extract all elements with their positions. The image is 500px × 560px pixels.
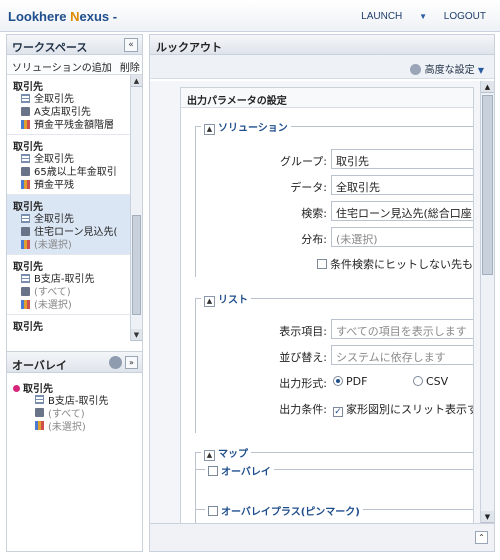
building-icon (21, 107, 30, 116)
bar-chart-icon (21, 300, 30, 309)
chevron-down-icon: ▼ (419, 12, 427, 21)
bottom-bar: ⌃ (150, 523, 494, 551)
overlay-header: オーバレイ » (7, 351, 142, 373)
params-title: 出力パラメータの設定 (181, 88, 473, 108)
collapse-toggle-icon[interactable]: ▲ (204, 450, 215, 461)
building-icon (35, 408, 44, 417)
building-icon (21, 167, 30, 176)
checkbox-icon[interactable] (208, 506, 218, 516)
top-links: LAUNCH ▼ LOGOUT (333, 11, 486, 22)
distribution-field[interactable]: (未選択) (331, 227, 473, 247)
list-section: ▲ リスト 表示項目: すべての項目を表示します 並び替え: システムに依存します 出… (195, 291, 473, 433)
workspace-header: ワークスペース « (7, 35, 142, 55)
overlay-option[interactable]: オーバレイ (205, 463, 274, 478)
top-bar: Lookhere Nexus - LAUNCH ▼ LOGOUT (0, 0, 500, 32)
format-csv-radio[interactable]: CSV (413, 375, 448, 388)
workspace-list: 取引先 全取引先 A支店取引先 預金平残金額階層 取引先 全取引先 65歳以上年… (7, 75, 142, 341)
checkbox-icon[interactable]: ✓ (333, 407, 343, 417)
lookout-title: ルックアウト (156, 41, 222, 54)
building-icon (21, 227, 30, 236)
list-item[interactable]: 取引先 (7, 315, 142, 341)
radio-icon[interactable] (413, 376, 423, 386)
bar-chart-icon (35, 421, 44, 430)
collapse-toggle-icon[interactable]: ▲ (204, 124, 215, 135)
scroll-thumb[interactable] (132, 215, 141, 315)
bar-chart-icon (21, 240, 30, 249)
workspace-title: ワークスペース (12, 41, 88, 54)
advanced-bar: 高度な設定 ▼ (150, 55, 494, 79)
no-hit-option[interactable]: 条件検索にヒットしない先も (317, 256, 473, 272)
expand-up-icon[interactable]: ⌃ (475, 531, 488, 544)
gear-icon[interactable] (109, 356, 122, 369)
pin-icon (13, 385, 20, 392)
output-condition-option[interactable]: ✓ 家形図別にスリット表示す (333, 401, 473, 417)
list-item[interactable]: 取引先 (13, 380, 136, 395)
overlay-list: 取引先 B支店-取引先 (すべて) (未選択) (7, 377, 142, 437)
bar-chart-icon (21, 120, 30, 129)
solution-section: ▲ ソリューション グループ: 取引先 データ: 全取引先 検索: 住宅ローン見込先(総… (195, 119, 473, 277)
lookout-header: ルックアウト (150, 35, 494, 55)
workspace-toolbar: ソリューションの追加 削除 (7, 55, 142, 75)
list-icon (21, 274, 30, 283)
format-pdf-radio[interactable]: PDF (333, 375, 367, 388)
gear-icon (409, 64, 421, 75)
params-scrollbar[interactable]: ▲ ▼ (480, 81, 494, 523)
checkbox-icon[interactable] (208, 466, 218, 476)
workspace-panel: ワークスペース « ソリューションの追加 削除 取引先 全取引先 A支店取引先 預… (6, 34, 143, 552)
bar-chart-icon (21, 180, 30, 189)
launch-menu[interactable]: LAUNCH ▼ (347, 11, 427, 22)
list-icon (21, 214, 30, 223)
list-item-selected[interactable]: 取引先 全取引先 住宅ローン見込先( (未選択) (7, 195, 142, 255)
overlay-title: オーバレイ (12, 359, 67, 372)
overlay-plus-option[interactable]: オーバレイプラス(ピンマーク) (205, 503, 363, 518)
params-scroll-area: 出力パラメータの設定 ▲ ソリューション グループ: 取引先 データ: 全取引先 検索… (150, 81, 494, 523)
advanced-settings-button[interactable]: 高度な設定 ▼ (409, 61, 484, 76)
scroll-down-icon[interactable]: ▼ (131, 329, 142, 341)
scroll-down-icon[interactable]: ▼ (481, 511, 494, 523)
collapse-icon[interactable]: « (124, 38, 138, 52)
app-title: Lookhere Nexus - (8, 9, 118, 24)
lookout-panel: ルックアウト 高度な設定 ▼ 出力パラメータの設定 ▲ ソリューション グループ:… (149, 34, 495, 552)
workspace-scrollbar[interactable]: ▲ ▼ (130, 75, 142, 341)
list-item[interactable]: 取引先 全取引先 A支店取引先 預金平残金額階層 (7, 75, 142, 135)
group-field[interactable]: 取引先 (331, 149, 473, 169)
chevron-down-icon: ▼ (477, 66, 484, 75)
sort-field[interactable]: システムに依存します (331, 345, 473, 365)
scroll-thumb[interactable] (482, 95, 493, 275)
radio-icon[interactable] (333, 376, 343, 386)
list-item[interactable]: 取引先 B支店-取引先 (すべて) (未選択) (7, 255, 142, 315)
add-solution-button[interactable]: ソリューションの追加 (12, 63, 112, 74)
map-section: ▲ マップ オーバレイ オーバレイプラス(ピンマーク) (195, 445, 473, 523)
expand-icon[interactable]: » (125, 356, 138, 369)
delete-button[interactable]: 削除 (120, 63, 140, 74)
list-item[interactable]: 取引先 全取引先 65歳以上年金取引 預金平残 (7, 135, 142, 195)
list-icon (21, 154, 30, 163)
scroll-up-icon[interactable]: ▲ (481, 81, 494, 93)
checkbox-icon[interactable] (317, 259, 327, 269)
output-params-box: 出力パラメータの設定 ▲ ソリューション グループ: 取引先 データ: 全取引先 検索… (180, 87, 474, 523)
logout-link[interactable]: LOGOUT (444, 11, 486, 22)
list-icon (35, 395, 44, 404)
display-items-field[interactable]: すべての項目を表示します (331, 319, 473, 339)
list-icon (21, 94, 30, 103)
scroll-up-icon[interactable]: ▲ (131, 75, 142, 87)
search-field[interactable]: 住宅ローン見込先(総合口座 (331, 201, 473, 221)
collapse-toggle-icon[interactable]: ▲ (204, 296, 215, 307)
data-field[interactable]: 全取引先 (331, 175, 473, 195)
building-icon (21, 287, 30, 296)
